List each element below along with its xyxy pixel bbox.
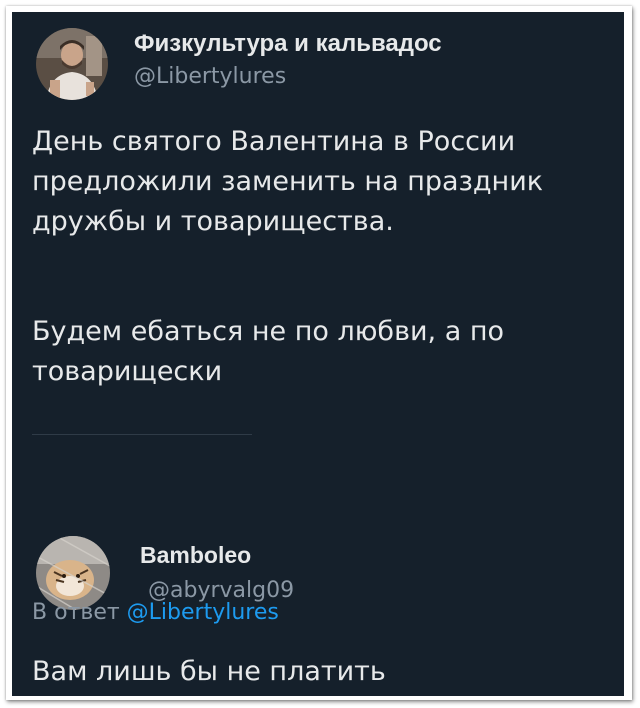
reply-text: Вам лишь бы не платить bbox=[32, 656, 386, 687]
author-name[interactable]: Физкультура и кальвадос bbox=[134, 30, 442, 58]
replying-to-link[interactable]: @Libertylures bbox=[127, 600, 279, 625]
replying-to-prefix: В ответ bbox=[32, 600, 127, 625]
author-handle[interactable]: @Libertylures bbox=[134, 64, 286, 89]
tweet-thread-panel: Физкультура и кальвадос @Libertylures Де… bbox=[12, 12, 624, 696]
tweet-text-paragraph-2: Будем ебаться не по любви, а по товарище… bbox=[32, 316, 505, 387]
reply-author-avatar[interactable] bbox=[36, 536, 110, 610]
profile-photo-man-icon bbox=[36, 28, 108, 100]
profile-photo-tiger-icon bbox=[36, 536, 110, 610]
reply-author-name[interactable]: Bamboleo bbox=[140, 542, 251, 569]
replying-to-line: В ответ @Libertylures bbox=[32, 600, 279, 625]
divider bbox=[32, 434, 252, 435]
tweet-text-paragraph-1: День святого Валентина в России предложи… bbox=[32, 126, 544, 237]
author-avatar[interactable] bbox=[36, 28, 108, 100]
